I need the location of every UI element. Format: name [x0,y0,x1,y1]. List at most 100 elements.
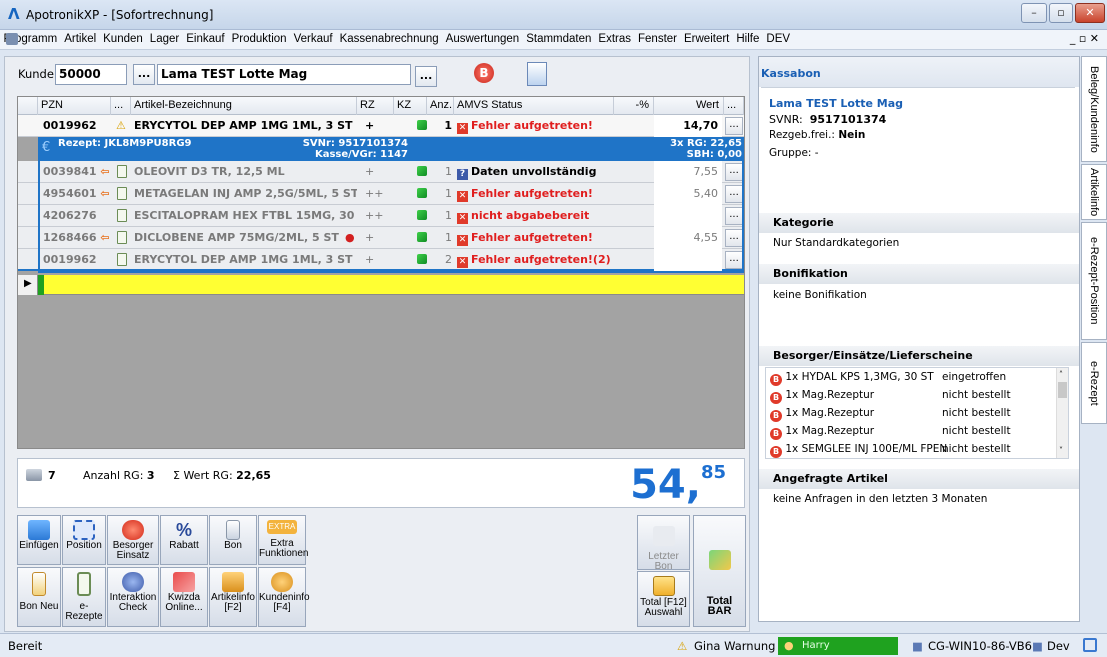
row-more-button[interactable]: ... [725,229,743,247]
erezept-icon [117,253,127,266]
header-anz[interactable]: Anz. [427,97,454,115]
cell-wert: 14,70 [654,115,722,137]
rabatt-button[interactable]: % Rabatt [160,515,208,565]
header-wert[interactable]: Wert [654,97,724,115]
besorger-einsatz-button[interactable]: Besorger Einsatz [107,515,159,565]
list-item[interactable]: B 1x Mag.Rezeptur nicht bestellt [770,389,1050,406]
tab-erezept[interactable]: e-Rezept [1081,342,1107,424]
header-rz[interactable]: RZ [357,97,394,115]
besorger-badge-icon[interactable]: B [474,63,494,83]
total-auswahl-button[interactable]: Total [F12] Auswahl [637,571,690,627]
letzter-bon-button[interactable]: Letzter Bon [637,515,690,572]
row-more-button[interactable]: ... [725,251,743,269]
header-amvs[interactable]: AMVS Status [454,97,614,115]
row-more-button[interactable]: ... [725,117,743,135]
cell-wert [654,205,722,227]
cell-anz: 1 [445,187,452,200]
arrow-left-icon: ⇦ [100,187,110,200]
extra-funktionen-button[interactable]: EXTRA Extra Funktionen [258,515,308,565]
row-more-button[interactable]: ... [725,185,743,203]
angefragt-title: Angefragte Artikel [759,469,1079,489]
kunde-number-input[interactable]: 50000 [55,64,127,85]
header-bezeichnung[interactable]: Artikel-Bezeichnung [131,97,357,115]
bon-neu-button[interactable]: Bon Neu [17,567,61,627]
tab-artikelinfo[interactable]: Artikelinfo [1081,164,1107,220]
cell-pzn: 0019962 [43,119,97,132]
window-icon[interactable] [1083,638,1097,652]
bonifikation-value: keine Bonifikation [773,289,867,301]
total-bar-button[interactable]: Total BAR [693,515,746,627]
new-entry-row[interactable]: ▶ [18,275,744,295]
tab-erezept-position[interactable]: e-Rezept-Position [1081,222,1107,340]
mdi-controls[interactable]: _ ▫ ✕ [1070,32,1099,45]
cell-bezeichnung: ERYCYTOL DEP AMP 1MG 1ML, 3 ST [134,253,353,266]
menu-produktion[interactable]: Produktion [228,30,290,49]
rezept-rg: 3x RG: 22,65 [670,138,742,149]
menu-erweitert[interactable]: Erweitert [681,30,733,49]
position-button[interactable]: Position [62,515,106,565]
warning-text[interactable]: Gina Warnung [694,639,775,653]
besorger-list[interactable]: B 1x HYDAL KPS 1,3MG, 30 ST eingetroffen … [765,367,1069,459]
user-badge[interactable]: ● Harry [778,637,898,655]
cell-pzn: 0019962 [43,253,97,266]
einfuegen-button[interactable]: Einfügen [17,515,61,565]
menu-hilfe[interactable]: Hilfe [733,30,763,49]
menu-auswertungen[interactable]: Auswertungen [442,30,523,49]
menu-artikel[interactable]: Artikel [61,30,100,49]
e-rezepte-button[interactable]: e-Rezepte [62,567,106,627]
kwizda-online-button[interactable]: Kwizda Online... [160,567,208,627]
header-dots[interactable]: ... [111,97,131,115]
row-more-button[interactable]: ... [725,207,743,225]
maximize-button[interactable]: ▫ [1049,3,1073,23]
kategorie-value: Nur Standardkategorien [773,237,900,249]
header-pzn[interactable]: PZN [38,97,111,115]
table-row[interactable]: 4954601 ⇦ METAGELAN INJ AMP 2,5G/5ML, 5 … [18,183,744,205]
table-row[interactable]: 0019962 ⚠ ERYCYTOL DEP AMP 1MG 1ML, 3 ST… [18,115,744,137]
table-row[interactable]: 0019962 ERYCYTOL DEP AMP 1MG 1ML, 3 ST +… [18,249,744,271]
menu-extras[interactable]: Extras [595,30,635,49]
table-row[interactable]: 0039841 ⇦ OLEOVIT D3 TR, 12,5 ML + 1 ? Da… [18,161,744,183]
menu-kassenabrechnung[interactable]: Kassenabrechnung [336,30,442,49]
kunde-search-button[interactable]: ... [133,64,155,85]
document-icon[interactable] [527,62,547,86]
menu-stammdaten[interactable]: Stammdaten [523,30,595,49]
menu-kunden[interactable]: Kunden [100,30,147,49]
list-item[interactable]: B 1x Mag.Rezeptur nicht bestellt [770,407,1050,424]
cell-phone [111,227,129,249]
kassabon-header: Kassabon [759,57,1079,87]
header-more[interactable]: ... [724,97,744,115]
environment-label: Dev [1047,639,1070,653]
table-row[interactable]: 1268466 ⇦ DICLOBENE AMP 75MG/2ML, 5 ST ●… [18,227,744,249]
kunde-name-search-button[interactable]: ... [415,66,437,87]
besorger-scrollbar[interactable]: ˄ ˅ [1056,368,1068,458]
extra-icon: EXTRA [267,520,297,534]
header-pct[interactable]: -% [614,97,654,115]
kunde-name-input[interactable]: Lama TEST Lotte Mag [157,64,411,85]
row-more-button[interactable]: ... [725,163,743,181]
warning-icon: ⚠ [677,639,688,653]
table-row[interactable]: 4206276 ESCITALOPRAM HEX FTBL 15MG, 30 S… [18,205,744,227]
minimize-button[interactable]: – [1021,3,1047,23]
cell-rz: ++ [365,209,384,222]
besorger-badge-icon: B [770,374,782,386]
tab-beleg-kundeninfo[interactable]: Beleg/Kundeninfo [1081,56,1107,162]
menu-fenster[interactable]: Fenster [635,30,681,49]
bon-button[interactable]: Bon [209,515,257,565]
rezept-band[interactable]: € Rezept: JKL8M9PU8RG9 SVNr: 9517101374 … [38,137,744,161]
interaktion-check-button[interactable]: Interaktion Check [107,567,159,627]
list-item[interactable]: B 1x Mag.Rezeptur nicht bestellt [770,425,1050,442]
menu-dev[interactable]: DEV [763,30,794,49]
header-kz[interactable]: KZ [394,97,427,115]
grand-total: 54,85 [630,462,726,508]
kundeninfo-button[interactable]: Kundeninfo [F4] [258,567,310,627]
list-item[interactable]: B 1x SEMGLEE INJ 100E/ML FPEN nicht beste… [770,443,1050,460]
total-euros: 54 [630,462,686,508]
menu-verkauf[interactable]: Verkauf [290,30,336,49]
menu-einkauf[interactable]: Einkauf [183,30,228,49]
list-item[interactable]: B 1x HYDAL KPS 1,3MG, 30 ST eingetroffen [770,371,1050,388]
system-menu-icon[interactable] [6,33,18,45]
menu-lager[interactable]: Lager [146,30,182,49]
cell-pzn: 0039841 ⇦ [43,165,110,178]
close-button[interactable]: ✕ [1075,3,1105,23]
artikelinfo-button[interactable]: Artikelinfo [F2] [209,567,257,627]
